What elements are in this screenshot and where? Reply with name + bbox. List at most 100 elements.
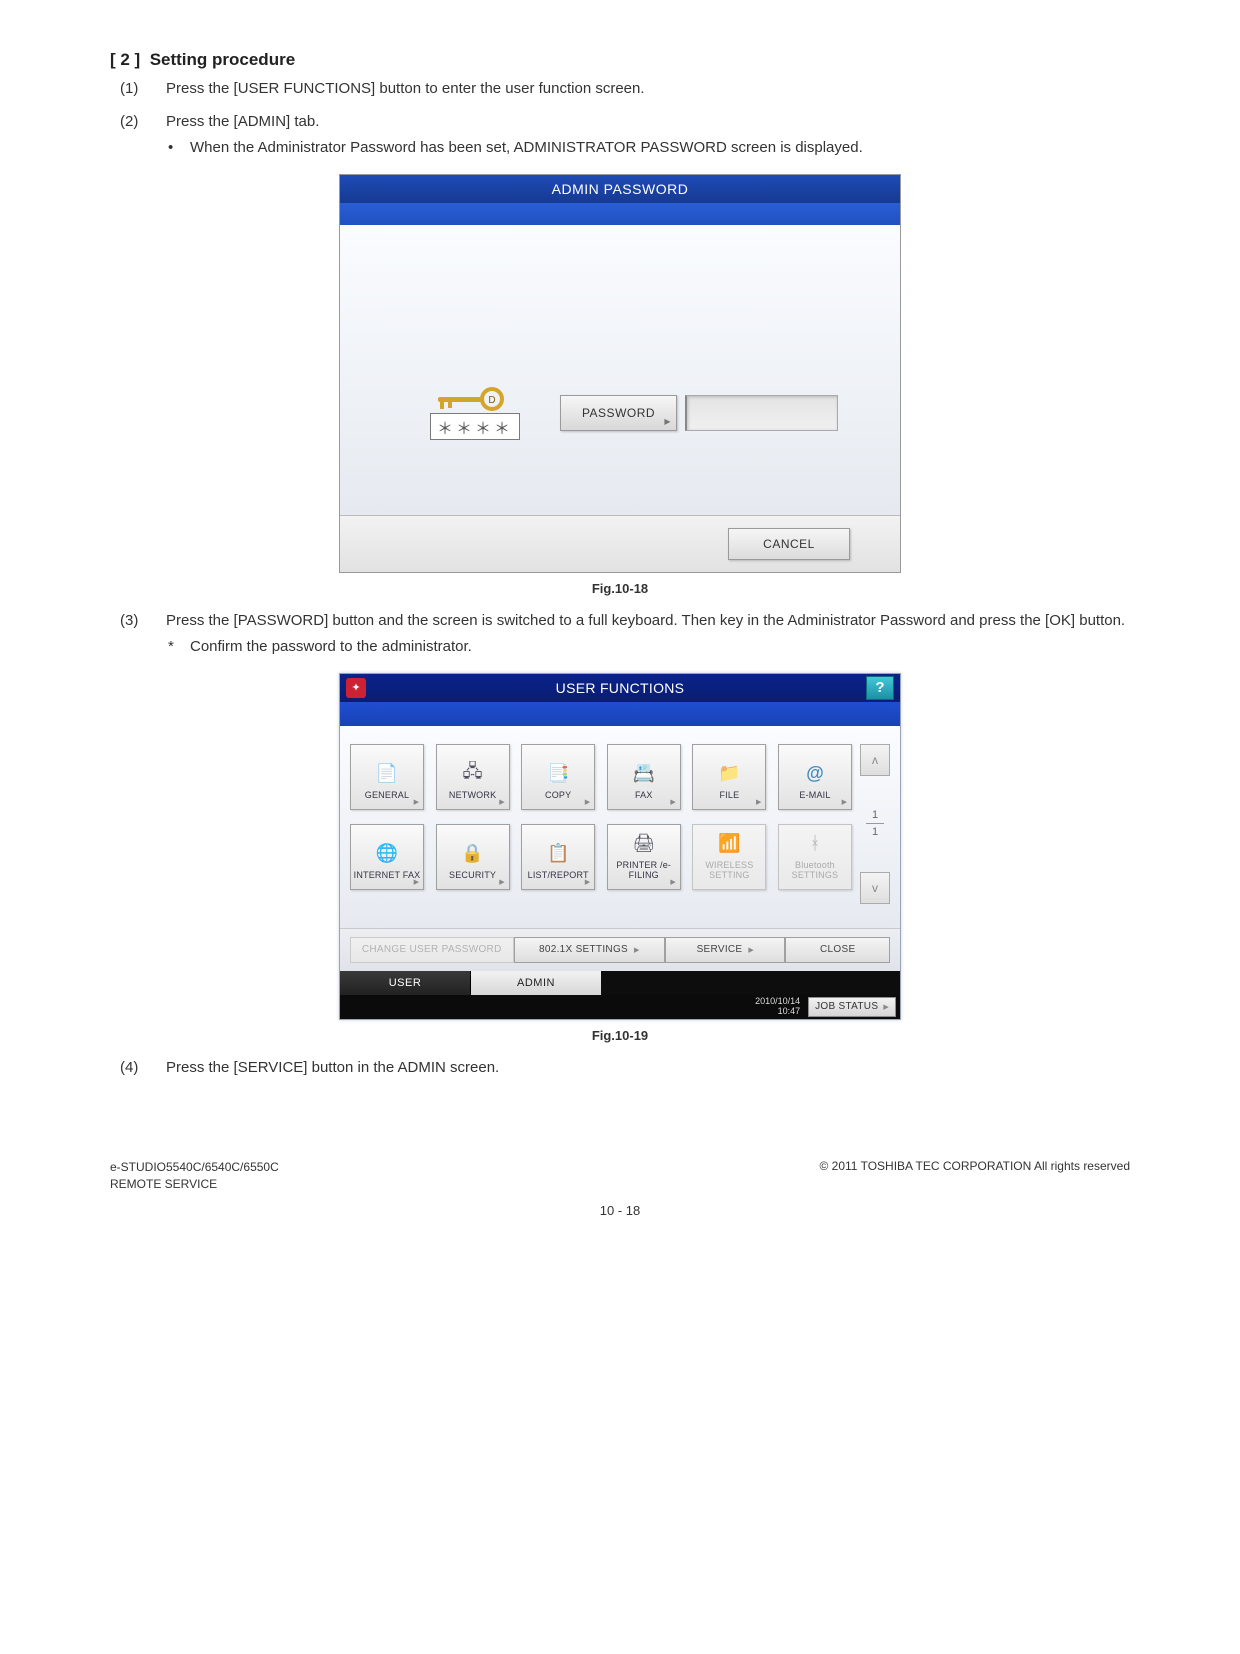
change-user-password-button: CHANGE USER PASSWORD: [350, 937, 514, 963]
help-button[interactable]: ?: [866, 676, 894, 700]
chevron-icon: ▶: [756, 798, 761, 806]
step-2-sub-bullet: •: [166, 137, 190, 160]
chevron-icon: ▶: [585, 878, 590, 886]
security-icon: 🔒: [458, 841, 488, 867]
chevron-icon: ▶: [414, 798, 419, 806]
admin-password-footer: CANCEL: [340, 515, 900, 572]
step-2-num: (2): [110, 111, 166, 160]
uf-subbar: [340, 702, 900, 726]
network-icon: 🖧: [458, 761, 488, 787]
copy-icon: 📑: [543, 761, 573, 787]
timestamp: 2010/10/14 10:47: [755, 997, 800, 1017]
step-2-sub-text: When the Administrator Password has been…: [190, 137, 1130, 160]
tab-user[interactable]: USER: [340, 971, 471, 995]
timestamp-time: 10:47: [755, 1007, 800, 1017]
internet-fax-icon: 🌐: [372, 841, 402, 867]
service-button[interactable]: SERVICE▶: [665, 937, 785, 963]
step-3: (3) Press the [PASSWORD] button and the …: [110, 610, 1130, 659]
uf-body: 📄GENERAL▶ 🖧NETWORK▶ 📑COPY▶ 📇FAX▶ 📁FILE▶ …: [340, 726, 900, 928]
wireless-icon: 📶: [714, 831, 744, 857]
svg-text:D: D: [488, 395, 495, 406]
step-3-text: Press the [PASSWORD] button and the scre…: [166, 610, 1130, 633]
chevron-icon: ▶: [499, 798, 504, 806]
admin-password-body: D ＊＊＊＊ PASSWORD ▶: [340, 225, 900, 515]
printer-icon: 🖨: [629, 831, 659, 857]
tile-file[interactable]: 📁FILE▶: [692, 744, 766, 810]
footer-section: REMOTE SERVICE: [110, 1176, 279, 1193]
figure-10-19: ✦ USER FUNCTIONS ? 📄GENERAL▶ 🖧NETWORK▶ 📑…: [110, 673, 1130, 1043]
chevron-icon: ▶: [748, 946, 754, 954]
chevron-down-icon: v: [872, 881, 878, 895]
scroll-up-button[interactable]: ʌ: [860, 744, 890, 776]
section-heading: [ 2 ] Setting procedure: [110, 50, 1130, 70]
step-4-num: (4): [110, 1057, 166, 1080]
chevron-icon: ▶: [634, 946, 640, 954]
cancel-button-label: CANCEL: [763, 537, 815, 551]
list-report-icon: 📋: [543, 841, 573, 867]
chevron-icon: ▶: [585, 798, 590, 806]
scroll-page-indicator: 1 1: [866, 809, 884, 838]
tile-email[interactable]: @E-MAIL▶: [778, 744, 852, 810]
footer-copyright: © 2011 TOSHIBA TEC CORPORATION All right…: [820, 1159, 1131, 1193]
8021x-settings-button[interactable]: 802.1X SETTINGS▶: [514, 937, 666, 963]
footer-model: e-STUDIO5540C/6540C/6550C: [110, 1159, 279, 1176]
chevron-icon: ▶: [842, 798, 847, 806]
tile-security[interactable]: 🔒SECURITY▶: [436, 824, 510, 890]
section-number: [ 2 ]: [110, 50, 140, 69]
step-2-text: Press the [ADMIN] tab.: [166, 111, 1130, 134]
step-3-star-text: Confirm the password to the administrato…: [190, 636, 1130, 659]
scroll-page-current: 1: [872, 809, 878, 821]
fig-10-18-caption: Fig.10-18: [110, 581, 1130, 596]
bluetooth-icon: ᚼ: [800, 831, 830, 857]
tiles-grid: 📄GENERAL▶ 🖧NETWORK▶ 📑COPY▶ 📇FAX▶ 📁FILE▶ …: [350, 744, 852, 904]
triangle-icon: ▶: [664, 417, 671, 426]
step-4: (4) Press the [SERVICE] button in the AD…: [110, 1057, 1130, 1080]
general-icon: 📄: [372, 761, 402, 787]
scroll-down-button[interactable]: v: [860, 872, 890, 904]
close-button[interactable]: CLOSE: [785, 937, 890, 963]
help-icon: ?: [875, 679, 884, 696]
step-3-star: *: [166, 636, 190, 659]
scroll-column: ʌ 1 1 v: [860, 744, 890, 904]
tile-fax[interactable]: 📇FAX▶: [607, 744, 681, 810]
tile-printer-efiling[interactable]: 🖨PRINTER /e-FILING▶: [607, 824, 681, 890]
section-title-text: Setting procedure: [150, 50, 295, 69]
figure-10-18: ADMIN PASSWORD D ＊＊＊＊ PASSWORD ▶ CANCEL …: [110, 174, 1130, 596]
chevron-icon: ▶: [670, 878, 675, 886]
step-1-num: (1): [110, 78, 166, 101]
fax-icon: 📇: [629, 761, 659, 787]
tile-copy[interactable]: 📑COPY▶: [521, 744, 595, 810]
password-button[interactable]: PASSWORD ▶: [560, 395, 677, 431]
password-input[interactable]: [685, 395, 838, 431]
password-button-label: PASSWORD: [582, 406, 655, 420]
admin-password-screen: ADMIN PASSWORD D ＊＊＊＊ PASSWORD ▶ CANCEL: [339, 174, 901, 573]
tile-internet-fax[interactable]: 🌐INTERNET FAX▶: [350, 824, 424, 890]
step-3-num: (3): [110, 610, 166, 659]
tiles-row-2: 🌐INTERNET FAX▶ 🔒SECURITY▶ 📋LIST/REPORT▶ …: [350, 824, 852, 890]
job-status-label: JOB STATUS: [815, 1001, 878, 1012]
password-mask-box: ＊＊＊＊: [430, 413, 520, 440]
page-number: 10 - 18: [110, 1203, 1130, 1218]
tile-network[interactable]: 🖧NETWORK▶: [436, 744, 510, 810]
uf-status-bar: 2010/10/14 10:47 JOB STATUS ▶: [340, 995, 900, 1019]
tile-list-report[interactable]: 📋LIST/REPORT▶: [521, 824, 595, 890]
chevron-icon: ▶: [670, 798, 675, 806]
user-functions-icon: ✦: [346, 678, 366, 698]
tiles-row-1: 📄GENERAL▶ 🖧NETWORK▶ 📑COPY▶ 📇FAX▶ 📁FILE▶ …: [350, 744, 852, 810]
chevron-up-icon: ʌ: [872, 753, 878, 767]
tile-general[interactable]: 📄GENERAL▶: [350, 744, 424, 810]
uf-titlebar: ✦ USER FUNCTIONS ?: [340, 674, 900, 702]
cancel-button[interactable]: CANCEL: [728, 528, 850, 560]
tab-admin[interactable]: ADMIN: [471, 971, 601, 995]
step-4-text: Press the [SERVICE] button in the ADMIN …: [166, 1057, 1130, 1080]
file-icon: 📁: [714, 761, 744, 787]
admin-password-subbar: [340, 203, 900, 225]
fig-10-19-caption: Fig.10-19: [110, 1028, 1130, 1043]
scroll-page-total: 1: [872, 826, 878, 838]
chevron-icon: ▶: [414, 878, 419, 886]
uf-title: USER FUNCTIONS: [374, 680, 866, 696]
chevron-icon: ▶: [883, 1003, 889, 1011]
step-1: (1) Press the [USER FUNCTIONS] button to…: [110, 78, 1130, 101]
email-icon: @: [800, 761, 830, 787]
job-status-button[interactable]: JOB STATUS ▶: [808, 997, 896, 1017]
